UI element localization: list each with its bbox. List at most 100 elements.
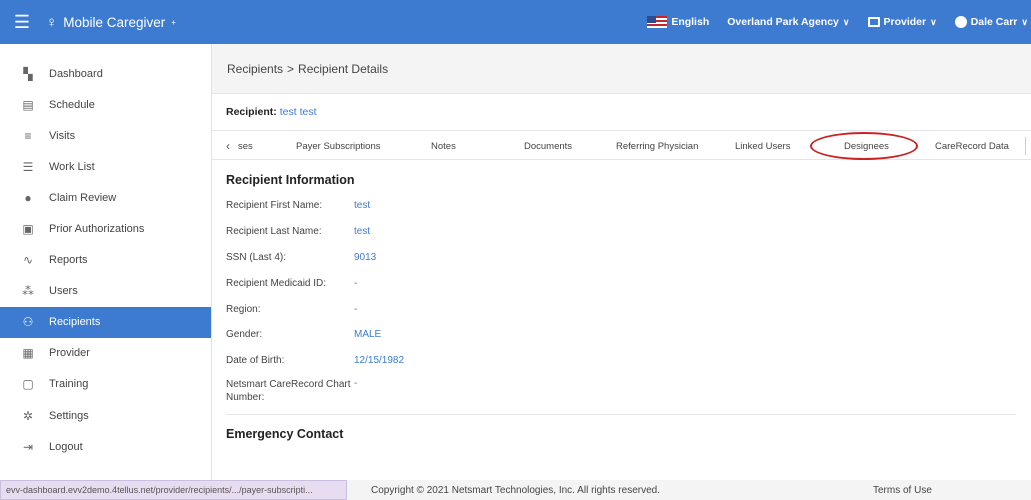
tab-documents[interactable]: Documents [524, 131, 572, 161]
copyright-text: Copyright © 2021 Netsmart Technologies, … [371, 484, 660, 496]
tab-partial[interactable]: ses [238, 131, 253, 161]
role-selector[interactable]: Provider ∨ [867, 16, 937, 28]
info-label: Region: [226, 303, 261, 315]
sidebar-item-prior-authorizations[interactable]: ▣ Prior Authorizations [0, 213, 211, 244]
agency-selector[interactable]: Overland Park Agency ∨ [727, 16, 849, 28]
users-icon: ⁂ [22, 284, 34, 299]
info-row: Gender: MALE [212, 322, 1031, 348]
hamburger-menu-icon[interactable]: ☰ [0, 0, 44, 44]
user-name: Dale Carr [970, 16, 1018, 28]
recipient-header: Recipient: test test [212, 94, 1031, 130]
sidebar-item-label: Work List [49, 160, 95, 173]
info-label: Recipient First Name: [226, 200, 323, 212]
caregiver-logo-icon: ♀ [46, 13, 58, 31]
sidebar-item-work-list[interactable]: ☰ Work List [0, 151, 211, 182]
sidebar-item-label: Claim Review [49, 191, 117, 204]
info-label: Netsmart CareRecord Chart Number: [226, 378, 351, 403]
logout-icon: ⇥ [22, 439, 34, 454]
top-right-menus: English Overland Park Agency ∨ Provider … [647, 0, 1031, 44]
info-value: MALE [354, 329, 382, 341]
info-value: test [354, 200, 371, 212]
chevron-left-icon[interactable]: ‹ [226, 131, 230, 161]
trademark-mark: + [171, 17, 176, 27]
info-label: Date of Birth: [226, 355, 285, 367]
sidebar-item-training[interactable]: ▢ Training [0, 369, 211, 400]
sidebar-item-label: Settings [49, 409, 89, 422]
info-value: 9013 [354, 251, 377, 263]
training-icon: ▢ [22, 377, 34, 392]
sidebar-item-claim-review[interactable]: ● Claim Review [0, 182, 211, 213]
breadcrumb-current: Recipient Details [298, 61, 389, 76]
designees-highlight-oval [810, 132, 918, 160]
sidebar-item-label: Provider [49, 347, 90, 360]
info-value: - [354, 377, 358, 389]
provider-icon: ▦ [22, 346, 34, 361]
app-title: Mobile Caregiver [63, 14, 166, 30]
language-selector[interactable]: English [647, 16, 709, 28]
sidebar-item-label: Schedule [49, 98, 95, 111]
info-label: Recipient Last Name: [226, 226, 322, 238]
terms-of-use-link[interactable]: Terms of Use [873, 485, 932, 496]
tab-referring-physician[interactable]: Referring Physician [616, 131, 698, 161]
sidebar-item-label: Logout [49, 440, 83, 453]
sidebar-item-visits[interactable]: ≡ Visits [0, 120, 211, 151]
claim-review-icon: ● [24, 190, 32, 205]
sidebar-item-schedule[interactable]: ▤ Schedule [0, 89, 211, 120]
main-content: Recipients > Recipient Details Recipient… [212, 44, 1031, 480]
reports-icon: ∿ [22, 253, 34, 268]
worklist-icon: ☰ [22, 159, 34, 174]
info-value: test [354, 226, 371, 238]
info-row: Recipient Last Name: test [212, 219, 1031, 245]
tab-notes[interactable]: Notes [431, 131, 456, 161]
sidebar: ▚ Dashboard ▤ Schedule ≡ Visits ☰ Work List ● Cla… [0, 44, 212, 480]
sidebar-item-label: Dashboard [49, 67, 103, 80]
brand[interactable]: ♀ Mobile Caregiver + [46, 14, 176, 31]
recipient-name: test test [279, 106, 317, 118]
recipient-label: Recipient: [226, 106, 277, 118]
sidebar-item-settings[interactable]: ✲ Settings [0, 400, 211, 431]
emergency-contact-title: Emergency Contact [226, 426, 344, 441]
breadcrumb-separator: > [287, 61, 295, 76]
tab-scroll-right-edge[interactable] [1025, 137, 1031, 155]
recipient-info-title: Recipient Information [226, 173, 355, 187]
chevron-down-icon: ∨ [930, 16, 937, 27]
settings-icon: ✲ [22, 408, 34, 423]
sidebar-item-label: Prior Authorizations [49, 223, 145, 236]
info-value: - [354, 303, 358, 315]
info-label: Recipient Medicaid ID: [226, 277, 327, 289]
tab-carerecord-data[interactable]: CareRecord Data [935, 131, 1009, 161]
info-row: Netsmart CareRecord Chart Number: - [212, 374, 1031, 408]
sidebar-item-dashboard[interactable]: ▚ Dashboard [0, 58, 211, 89]
prior-auth-icon: ▣ [22, 222, 34, 237]
sidebar-item-label: Training [49, 378, 89, 391]
browser-status-url: evv-dashboard.evv2demo.4tellus.net/provi… [0, 480, 347, 500]
sidebar-item-label: Reports [49, 254, 88, 267]
visits-icon: ≡ [24, 128, 32, 143]
sidebar-item-label: Visits [49, 129, 76, 142]
sidebar-item-users[interactable]: ⁂ Users [0, 276, 211, 307]
user-avatar-icon [954, 16, 967, 28]
tab-payer-subscriptions[interactable]: Payer Subscriptions [296, 131, 380, 161]
dashboard-icon: ▚ [23, 66, 33, 81]
sidebar-item-provider[interactable]: ▦ Provider [0, 338, 211, 369]
info-row: SSN (Last 4): 9013 [212, 245, 1031, 271]
top-bar: ☰ ♀ Mobile Caregiver + English Overland … [0, 0, 1031, 44]
info-label: SSN (Last 4): [226, 251, 287, 263]
sidebar-item-reports[interactable]: ∿ Reports [0, 245, 211, 276]
agency-label: Overland Park Agency [727, 16, 839, 28]
breadcrumb-parent[interactable]: Recipients [227, 62, 283, 76]
chevron-down-icon: ∨ [842, 16, 850, 27]
provider-role-icon [867, 17, 880, 27]
recipients-icon: ⚇ [22, 315, 34, 330]
info-label: Gender: [226, 329, 263, 341]
user-menu[interactable]: Dale Carr ∨ [954, 16, 1028, 28]
role-label: Provider [883, 16, 927, 28]
info-row: Recipient First Name: test [212, 193, 1031, 219]
sidebar-item-label: Recipients [49, 316, 101, 329]
info-row: Recipient Medicaid ID: - [212, 270, 1031, 296]
tab-bar: ‹ ses Payer Subscriptions Notes Document… [212, 130, 1031, 160]
sidebar-item-logout[interactable]: ⇥ Logout [0, 431, 211, 462]
language-label: English [671, 16, 710, 28]
tab-linked-users[interactable]: Linked Users [735, 131, 790, 161]
sidebar-item-recipients[interactable]: ⚇ Recipients [0, 306, 211, 338]
